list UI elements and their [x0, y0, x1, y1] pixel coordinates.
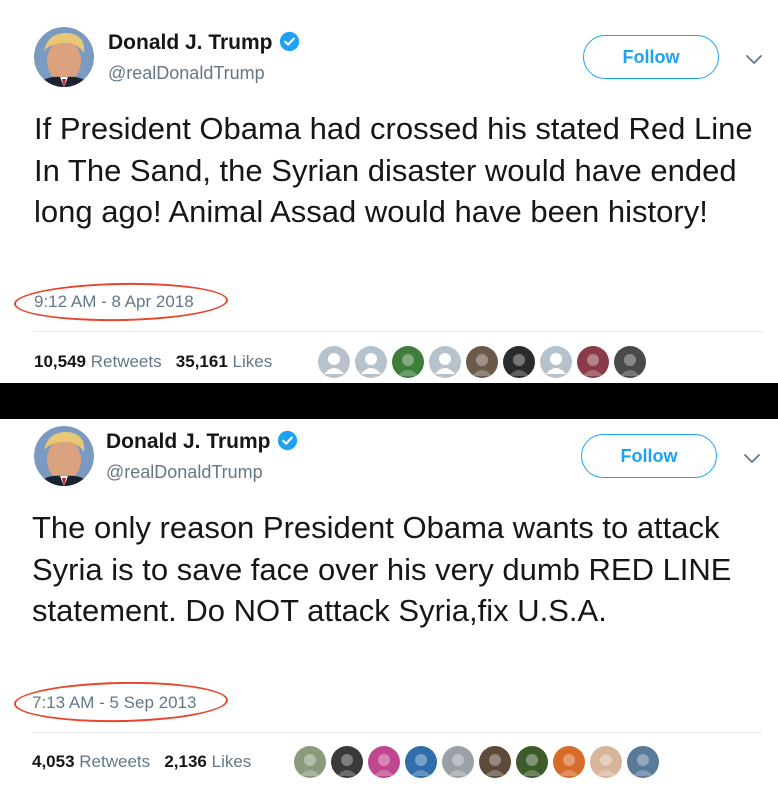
display-name[interactable]: Donald J. Trump [106, 430, 298, 454]
display-name-text[interactable]: Donald J. Trump [108, 31, 273, 54]
user-avatar[interactable] [479, 746, 511, 778]
default-avatar-icon[interactable] [355, 346, 387, 378]
user-avatar[interactable] [466, 346, 498, 378]
default-avatar-icon[interactable] [318, 346, 350, 378]
retweets-stat[interactable]: 10,549 Retweets [34, 352, 162, 371]
tweet-stats: 4,053 Retweets 2,136 Likes [32, 752, 251, 772]
chevron-down-icon[interactable] [744, 49, 764, 69]
verified-badge-icon [277, 430, 297, 451]
user-avatar[interactable] [627, 746, 659, 778]
user-avatar[interactable] [590, 746, 622, 778]
retweets-count: 4,053 [32, 752, 75, 771]
timestamp-highlight-circle [13, 281, 229, 323]
profile-avatar[interactable] [34, 27, 94, 87]
user-avatar[interactable] [405, 746, 437, 778]
user-avatar[interactable] [331, 746, 363, 778]
likes-stat[interactable]: 35,161 Likes [176, 352, 272, 371]
display-name-text[interactable]: Donald J. Trump [106, 430, 271, 453]
tweet-stats: 10,549 Retweets 35,161 Likes [34, 352, 272, 372]
username-handle[interactable]: @realDonaldTrump [108, 63, 265, 84]
user-avatar[interactable] [368, 746, 400, 778]
tweet-text: The only reason President Obama wants to… [32, 510, 732, 628]
default-avatar-icon[interactable] [540, 346, 572, 378]
username-handle[interactable]: @realDonaldTrump [106, 462, 263, 483]
user-avatar[interactable] [294, 746, 326, 778]
likes-count: 2,136 [164, 752, 207, 771]
retweets-label: Retweets [79, 752, 151, 771]
divider [34, 331, 764, 332]
chevron-down-icon[interactable] [742, 448, 762, 468]
retweets-count: 10,549 [34, 352, 86, 371]
user-avatar[interactable] [553, 746, 585, 778]
likes-count: 35,161 [175, 352, 228, 371]
tweet-card: Donald J. Trump @realDonaldTrump Follow … [0, 0, 778, 383]
timestamp-highlight-circle [13, 680, 229, 724]
user-avatar[interactable] [577, 346, 609, 378]
likes-stat[interactable]: 2,136 Likes [164, 752, 251, 771]
follow-button[interactable]: Follow [583, 35, 719, 79]
retweets-stat[interactable]: 4,053 Retweets [32, 752, 150, 771]
profile-avatar[interactable] [34, 426, 94, 486]
likes-label: Likes [211, 752, 252, 771]
user-avatar[interactable] [614, 346, 646, 378]
user-avatar[interactable] [442, 746, 474, 778]
user-avatar[interactable] [392, 346, 424, 378]
retweets-label: Retweets [90, 352, 162, 371]
verified-badge-icon [279, 31, 299, 52]
liked-by-avatars [294, 746, 659, 778]
divider [32, 732, 762, 733]
user-avatar[interactable] [503, 346, 535, 378]
tweet-card: Donald J. Trump @realDonaldTrump Follow … [0, 419, 778, 788]
liked-by-avatars [318, 346, 646, 378]
likes-label: Likes [232, 352, 273, 371]
default-avatar-icon[interactable] [429, 346, 461, 378]
tweet-text: If President Obama had crossed his state… [34, 111, 753, 229]
user-avatar[interactable] [516, 746, 548, 778]
display-name[interactable]: Donald J. Trump [108, 31, 300, 55]
follow-button[interactable]: Follow [581, 434, 717, 478]
